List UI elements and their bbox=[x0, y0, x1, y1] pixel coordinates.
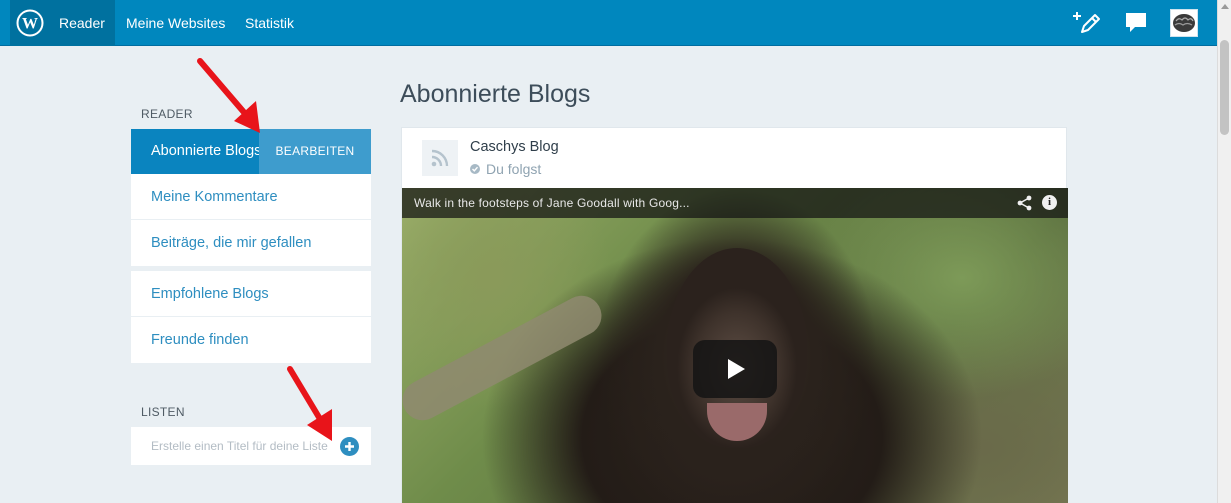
annotation-arrow-icon bbox=[287, 366, 332, 441]
sidebar-menu-primary: Abonnierte Blogs BEARBEITEN Meine Kommen… bbox=[131, 129, 371, 266]
sidebar-item-my-comments[interactable]: Meine Kommentare bbox=[131, 174, 371, 220]
sidebar-item-find-friends[interactable]: Freunde finden bbox=[131, 317, 371, 363]
sidebar-item-label: Abonnierte Blogs bbox=[151, 143, 262, 159]
video-title-bar: Walk in the footsteps of Jane Goodall wi… bbox=[402, 188, 1068, 218]
sidebar-reader-heading: READER bbox=[141, 107, 193, 121]
video-thumbnail-branch bbox=[402, 288, 609, 428]
nav-reader[interactable]: Reader bbox=[50, 0, 115, 46]
write-post-icon[interactable] bbox=[1070, 0, 1104, 46]
svg-text:W: W bbox=[22, 16, 38, 33]
nav-my-sites[interactable]: Meine Websites bbox=[116, 0, 235, 46]
scroll-thumb[interactable] bbox=[1220, 40, 1229, 135]
avatar-icon[interactable] bbox=[1170, 9, 1198, 37]
nav-stats[interactable]: Statistik bbox=[235, 0, 304, 46]
sidebar-lists-heading: LISTEN bbox=[141, 405, 185, 419]
sidebar-menu-secondary: Empfohlene Blogs Freunde finden bbox=[131, 271, 371, 363]
follow-status-label: Du folgst bbox=[486, 161, 542, 177]
masterbar: W Reader Meine Websites Statistik bbox=[0, 0, 1217, 46]
post-card: Caschys Blog Du folgst Walk in the foots… bbox=[401, 127, 1068, 503]
page-scrollbar[interactable] bbox=[1217, 0, 1231, 503]
sidebar-item-liked-posts[interactable]: Beiträge, die mir gefallen bbox=[131, 220, 371, 266]
follow-status[interactable]: Du folgst bbox=[470, 161, 541, 177]
scroll-up-arrow[interactable] bbox=[1221, 4, 1229, 9]
edit-button[interactable]: BEARBEITEN bbox=[259, 129, 371, 174]
page-title: Abonnierte Blogs bbox=[400, 80, 591, 108]
notifications-icon[interactable] bbox=[1122, 0, 1150, 46]
blog-name[interactable]: Caschys Blog bbox=[470, 139, 559, 155]
check-icon bbox=[470, 164, 480, 174]
info-icon[interactable]: i bbox=[1042, 195, 1057, 210]
rss-icon[interactable] bbox=[422, 140, 458, 176]
video-title[interactable]: Walk in the footsteps of Jane Goodall wi… bbox=[414, 196, 690, 210]
video-player[interactable]: Walk in the footsteps of Jane Goodall wi… bbox=[402, 188, 1068, 503]
annotation-arrow-icon bbox=[197, 58, 260, 133]
wordpress-logo-icon[interactable]: W bbox=[10, 0, 50, 46]
sidebar-item-recommended-blogs[interactable]: Empfohlene Blogs bbox=[131, 271, 371, 317]
share-icon[interactable] bbox=[1017, 195, 1032, 216]
play-icon[interactable] bbox=[693, 340, 777, 398]
